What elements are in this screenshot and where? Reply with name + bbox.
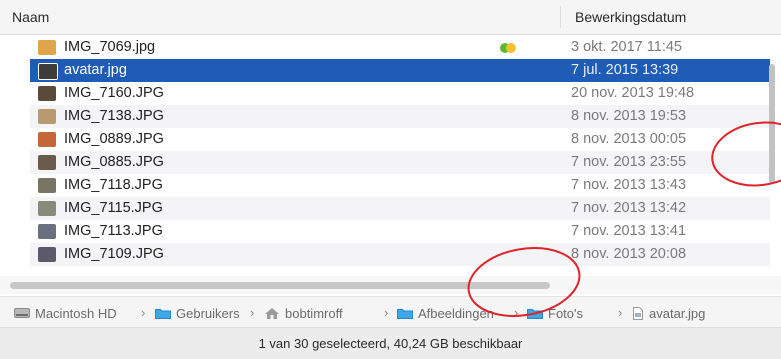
path-item-foto-s[interactable]: Foto's xyxy=(527,306,583,322)
file-date-modified: 7 nov. 2013 13:42 xyxy=(571,200,687,216)
image-thumbnail-icon xyxy=(38,178,56,193)
file-name: IMG_7069.jpg xyxy=(64,39,156,55)
horizontal-scrollbar-thumb[interactable] xyxy=(10,282,550,289)
file-row[interactable]: IMG_7113.JPG 7 nov. 2013 13:41 xyxy=(30,220,770,243)
file-name: IMG_7109.JPG xyxy=(64,246,164,262)
column-header: Naam Bewerkingsdatum xyxy=(0,0,781,35)
yellow-tag-icon xyxy=(506,43,516,53)
path-separator-icon: › xyxy=(618,305,623,320)
file-date-modified: 7 nov. 2013 13:41 xyxy=(571,223,687,239)
file-date-modified: 8 nov. 2013 20:08 xyxy=(571,246,687,262)
image-thumbnail-icon xyxy=(38,132,56,147)
vertical-scrollbar-thumb[interactable] xyxy=(769,64,775,184)
path-item-avatar-jpg[interactable]: avatar.jpg xyxy=(632,306,705,323)
path-separator-icon: › xyxy=(384,305,389,320)
path-item-label: Macintosh HD xyxy=(35,306,117,321)
horizontal-scrollbar[interactable] xyxy=(0,276,781,294)
file-date-modified: 7 jul. 2015 13:39 xyxy=(571,62,679,78)
image-thumbnail-icon xyxy=(38,247,56,262)
file-row[interactable]: IMG_7109.JPG 8 nov. 2013 20:08 xyxy=(30,243,770,266)
path-item-label: Gebruikers xyxy=(176,306,240,321)
path-item-afbeeldingen[interactable]: Afbeeldingen xyxy=(397,306,494,322)
path-separator-icon: › xyxy=(141,305,146,320)
path-item-label: avatar.jpg xyxy=(649,306,706,321)
image-thumbnail-icon xyxy=(38,63,58,80)
file-row[interactable]: IMG_7069.jpg 3 okt. 2017 11:45 xyxy=(30,36,770,59)
file-date-modified: 20 nov. 2013 19:48 xyxy=(571,85,695,101)
image-thumbnail-icon xyxy=(38,224,56,239)
column-divider xyxy=(560,6,561,28)
file-row[interactable]: IMG_0889.JPG 8 nov. 2013 00:05 xyxy=(30,128,770,151)
path-item-label: Afbeeldingen xyxy=(418,306,494,321)
file-date-modified: 7 nov. 2013 13:43 xyxy=(571,177,687,193)
file-icon xyxy=(632,306,644,323)
file-row[interactable]: IMG_7115.JPG 7 nov. 2013 13:42 xyxy=(30,197,770,220)
file-row[interactable]: IMG_0885.JPG 7 nov. 2013 23:55 xyxy=(30,151,770,174)
file-row[interactable]: IMG_7118.JPG 7 nov. 2013 13:43 xyxy=(30,174,770,197)
file-row[interactable]: IMG_7138.JPG 8 nov. 2013 19:53 xyxy=(30,105,770,128)
folder-icon xyxy=(397,307,413,322)
status-text: 1 van 30 geselecteerd, 40,24 GB beschikb… xyxy=(258,336,523,351)
path-item-macintosh-hd[interactable]: Macintosh HD xyxy=(14,306,117,322)
file-name: IMG_0885.JPG xyxy=(64,154,164,170)
path-item-label: bobtimroff xyxy=(285,306,343,321)
status-bar: 1 van 30 geselecteerd, 40,24 GB beschikb… xyxy=(0,327,781,359)
image-thumbnail-icon xyxy=(38,40,56,55)
file-row[interactable]: avatar.jpg 7 jul. 2015 13:39 xyxy=(30,59,770,82)
file-row[interactable]: IMG_7160.JPG 20 nov. 2013 19:48 xyxy=(30,82,770,105)
file-date-modified: 8 nov. 2013 00:05 xyxy=(571,131,687,147)
image-thumbnail-icon xyxy=(38,155,56,170)
folder-icon xyxy=(155,307,171,322)
path-separator-icon: › xyxy=(514,305,519,320)
image-thumbnail-icon xyxy=(38,109,56,124)
path-separator-icon: › xyxy=(250,305,255,320)
path-item-gebruikers[interactable]: Gebruikers xyxy=(155,306,240,322)
file-date-modified: 8 nov. 2013 19:53 xyxy=(571,108,687,124)
column-header-date-modified[interactable]: Bewerkingsdatum xyxy=(575,9,686,25)
file-name: IMG_7115.JPG xyxy=(64,200,163,216)
image-thumbnail-icon xyxy=(38,86,56,101)
path-item-bobtimroff[interactable]: bobtimroff xyxy=(264,306,343,323)
file-name: IMG_7118.JPG xyxy=(64,177,163,193)
file-name: IMG_7113.JPG xyxy=(64,223,163,239)
file-list: IMG_7069.jpg 3 okt. 2017 11:45 avatar.jpg 7… xyxy=(0,36,781,276)
folder-icon xyxy=(527,307,543,322)
home-icon xyxy=(264,307,280,323)
file-name: IMG_0889.JPG xyxy=(64,131,164,147)
vertical-scrollbar[interactable] xyxy=(764,36,778,276)
file-name: IMG_7160.JPG xyxy=(64,85,164,101)
file-date-modified: 3 okt. 2017 11:45 xyxy=(571,39,682,55)
column-header-name[interactable]: Naam xyxy=(12,9,49,25)
file-name: avatar.jpg xyxy=(64,62,127,78)
path-item-label: Foto's xyxy=(548,306,583,321)
file-name: IMG_7138.JPG xyxy=(64,108,164,124)
hard-drive-icon xyxy=(14,307,30,322)
file-date-modified: 7 nov. 2013 23:55 xyxy=(571,154,687,170)
image-thumbnail-icon xyxy=(38,201,56,216)
path-bar: Macintosh HD › Gebruikers › bobtimroff › Afbee… xyxy=(0,296,781,327)
